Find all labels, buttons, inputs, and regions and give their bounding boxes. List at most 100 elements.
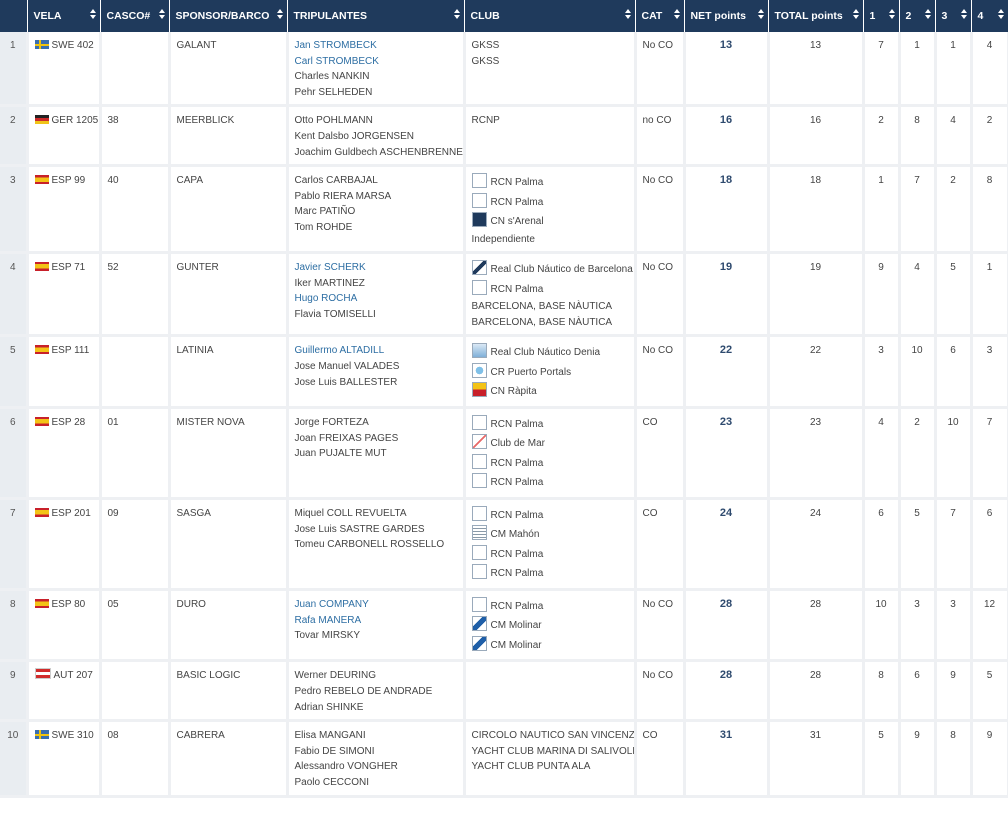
column-header-net[interactable]: NET points bbox=[684, 0, 769, 32]
sail-number-cell: ESP 201 bbox=[27, 498, 102, 591]
table-row[interactable]: 8 ESP 80 05 DURO Juan COMPANY Rafa MANERA Tova… bbox=[0, 589, 1008, 663]
club-logo-crpp-icon bbox=[471, 362, 487, 378]
club-name: RCN Palma bbox=[490, 477, 544, 489]
sort-icon[interactable] bbox=[624, 9, 631, 19]
table-row[interactable]: 3 ESP 99 40 CAPA Carlos CARBAJAL Pablo RIERA … bbox=[0, 165, 1008, 255]
sort-icon[interactable] bbox=[276, 9, 283, 19]
sort-icon[interactable] bbox=[888, 9, 895, 19]
club-cell: Real Club Náutico de Barcelona RCN Palma B… bbox=[464, 252, 637, 338]
results-body: 1 SWE 402 GALANT Jan STROMBECK Carl STROMBEC… bbox=[0, 32, 1008, 798]
sort-icon[interactable] bbox=[852, 9, 859, 19]
club-logo-rcnp-icon bbox=[471, 505, 487, 521]
club-name: RCN Palma bbox=[490, 600, 544, 612]
club-entry: CR Puerto Portals bbox=[471, 362, 628, 383]
crew-member-link[interactable]: Rafa MANERA bbox=[295, 613, 457, 629]
club-entry: Real Club Náutico Denia bbox=[471, 343, 628, 363]
crew-member-link[interactable]: Juan COMPANY bbox=[295, 597, 457, 613]
column-header-club[interactable]: CLUB bbox=[464, 0, 636, 32]
column-header-label: TRIPULANTES bbox=[293, 10, 368, 22]
club-name: CIRCOLO NAUTICO SAN VINCENZO bbox=[471, 730, 635, 742]
club-entry: GKSS bbox=[472, 38, 628, 54]
crew-member-link[interactable]: Jan STROMBECK bbox=[295, 38, 457, 54]
sort-icon[interactable] bbox=[673, 9, 680, 19]
club-name: YACHT CLUB MARINA DI SALIVOLI bbox=[471, 745, 635, 757]
club-logo-cnd-icon bbox=[471, 343, 487, 359]
sponsor-boat-cell: MEERBLICK bbox=[169, 105, 289, 168]
club-name: CM Molinar bbox=[490, 639, 542, 651]
club-cell: GKSS GKSS bbox=[464, 32, 637, 108]
table-row[interactable]: 6 ESP 28 01 MISTER NOVA Jorge FORTEZA Joan FR… bbox=[0, 407, 1008, 500]
sail-number-cell: SWE 402 bbox=[27, 32, 102, 108]
crew-member-link[interactable]: Javier SCHERK bbox=[295, 260, 457, 276]
column-header-r3[interactable]: 3 bbox=[935, 0, 972, 32]
race-2-cell: 2 bbox=[899, 407, 937, 500]
total-points-cell: 22 bbox=[768, 335, 865, 409]
club-name: Independiente bbox=[471, 233, 535, 245]
sort-icon[interactable] bbox=[757, 9, 764, 19]
sort-icon[interactable] bbox=[453, 9, 460, 19]
club-name: RCN Palma bbox=[490, 177, 544, 189]
sort-icon[interactable] bbox=[997, 9, 1004, 19]
hull-number-cell: 05 bbox=[100, 589, 171, 663]
sort-icon[interactable] bbox=[960, 9, 967, 19]
position-cell: 10 bbox=[0, 720, 29, 798]
crew-member-link[interactable]: Guillermo ALTADILL bbox=[295, 343, 457, 359]
sail-number: SWE 310 bbox=[51, 730, 94, 742]
hull-number-cell bbox=[100, 32, 171, 108]
club-entry: Independiente bbox=[472, 232, 628, 248]
table-row[interactable]: 2 GER 1205 38 MEERBLICK Otto POHLMANN Kent Da… bbox=[0, 105, 1008, 168]
sort-icon[interactable] bbox=[89, 9, 96, 19]
column-header-casco[interactable]: CASCO# bbox=[100, 0, 170, 32]
sort-icon[interactable] bbox=[924, 9, 931, 19]
race-1-cell: 1 bbox=[863, 165, 901, 255]
column-header-label: TOTAL points bbox=[774, 10, 843, 22]
category-cell: CO bbox=[635, 720, 686, 798]
crew-member: Werner DEURING bbox=[294, 670, 377, 682]
club-entry: BARCELONA, BASE NÀUTICA bbox=[472, 299, 628, 315]
table-row[interactable]: 5 ESP 111 LATINIA Guillermo ALTADILL Jose Ma… bbox=[0, 335, 1008, 409]
club-name: CN Ràpita bbox=[490, 386, 537, 398]
column-header-r2[interactable]: 2 bbox=[899, 0, 936, 32]
column-header-label: CLUB bbox=[470, 10, 500, 22]
club-name: RCN Palma bbox=[490, 283, 544, 295]
table-row[interactable]: 1 SWE 402 GALANT Jan STROMBECK Carl STROMBEC… bbox=[0, 32, 1008, 108]
column-header-r1[interactable]: 1 bbox=[863, 0, 900, 32]
crew-member: Jose Luis BALLESTER bbox=[294, 376, 398, 388]
race-1-cell: 7 bbox=[863, 32, 901, 108]
hull-number-cell: 38 bbox=[100, 105, 171, 168]
hull-number-cell: 01 bbox=[100, 407, 171, 500]
flag-aut-icon bbox=[34, 668, 51, 680]
club-cell bbox=[464, 660, 637, 723]
crew-member: Jose Manuel VALADES bbox=[294, 361, 400, 373]
table-row[interactable]: 7 ESP 201 09 SASGA Miquel COLL REVUELTA Jose … bbox=[0, 498, 1008, 591]
sort-icon[interactable] bbox=[158, 9, 165, 19]
crew-member-link[interactable]: Hugo ROCHA bbox=[295, 291, 457, 307]
column-header-crew[interactable]: TRIPULANTES bbox=[287, 0, 465, 32]
position-cell: 8 bbox=[0, 589, 29, 663]
flag-esp-icon bbox=[34, 175, 49, 185]
race-1-cell: 2 bbox=[863, 105, 901, 168]
net-points-cell: 22 bbox=[684, 335, 770, 409]
total-points-cell: 16 bbox=[768, 105, 865, 168]
race-1-cell: 9 bbox=[863, 252, 901, 338]
sail-number-cell: ESP 28 bbox=[27, 407, 102, 500]
sail-number: GER 1205 bbox=[51, 115, 99, 127]
crew-member-link[interactable]: Carl STROMBECK bbox=[295, 54, 457, 70]
crew-cell: Elisa MANGANI Fabio DE SIMONI Alessandro V… bbox=[287, 720, 466, 798]
column-header-r4[interactable]: 4 bbox=[971, 0, 1008, 32]
hull-number-cell bbox=[100, 335, 171, 409]
table-row[interactable]: 4 ESP 71 52 GUNTER Javier SCHERK Iker MARTINE… bbox=[0, 252, 1008, 338]
column-header-label: CASCO# bbox=[106, 10, 151, 22]
crew-member: Joan FREIXAS PAGES bbox=[294, 432, 399, 444]
hull-number-cell: 40 bbox=[100, 165, 171, 255]
table-row[interactable]: 10 SWE 310 08 CABRERA Elisa MANGANI Fabio DE … bbox=[0, 720, 1008, 798]
club-entry: CN s'Arenal bbox=[471, 212, 628, 232]
category-cell: CO bbox=[635, 498, 686, 591]
hull-number-cell bbox=[100, 660, 171, 723]
column-header-vela[interactable]: VELA bbox=[27, 0, 101, 32]
column-header-sponsor[interactable]: SPONSOR/BARCO bbox=[169, 0, 288, 32]
column-header-total[interactable]: TOTAL points bbox=[768, 0, 864, 32]
sponsor-boat-cell: CAPA bbox=[169, 165, 289, 255]
column-header-cat[interactable]: CAT bbox=[635, 0, 685, 32]
table-row[interactable]: 9 AUT 207 BASIC LOGIC Werner DEURING Pedro R… bbox=[0, 660, 1008, 723]
